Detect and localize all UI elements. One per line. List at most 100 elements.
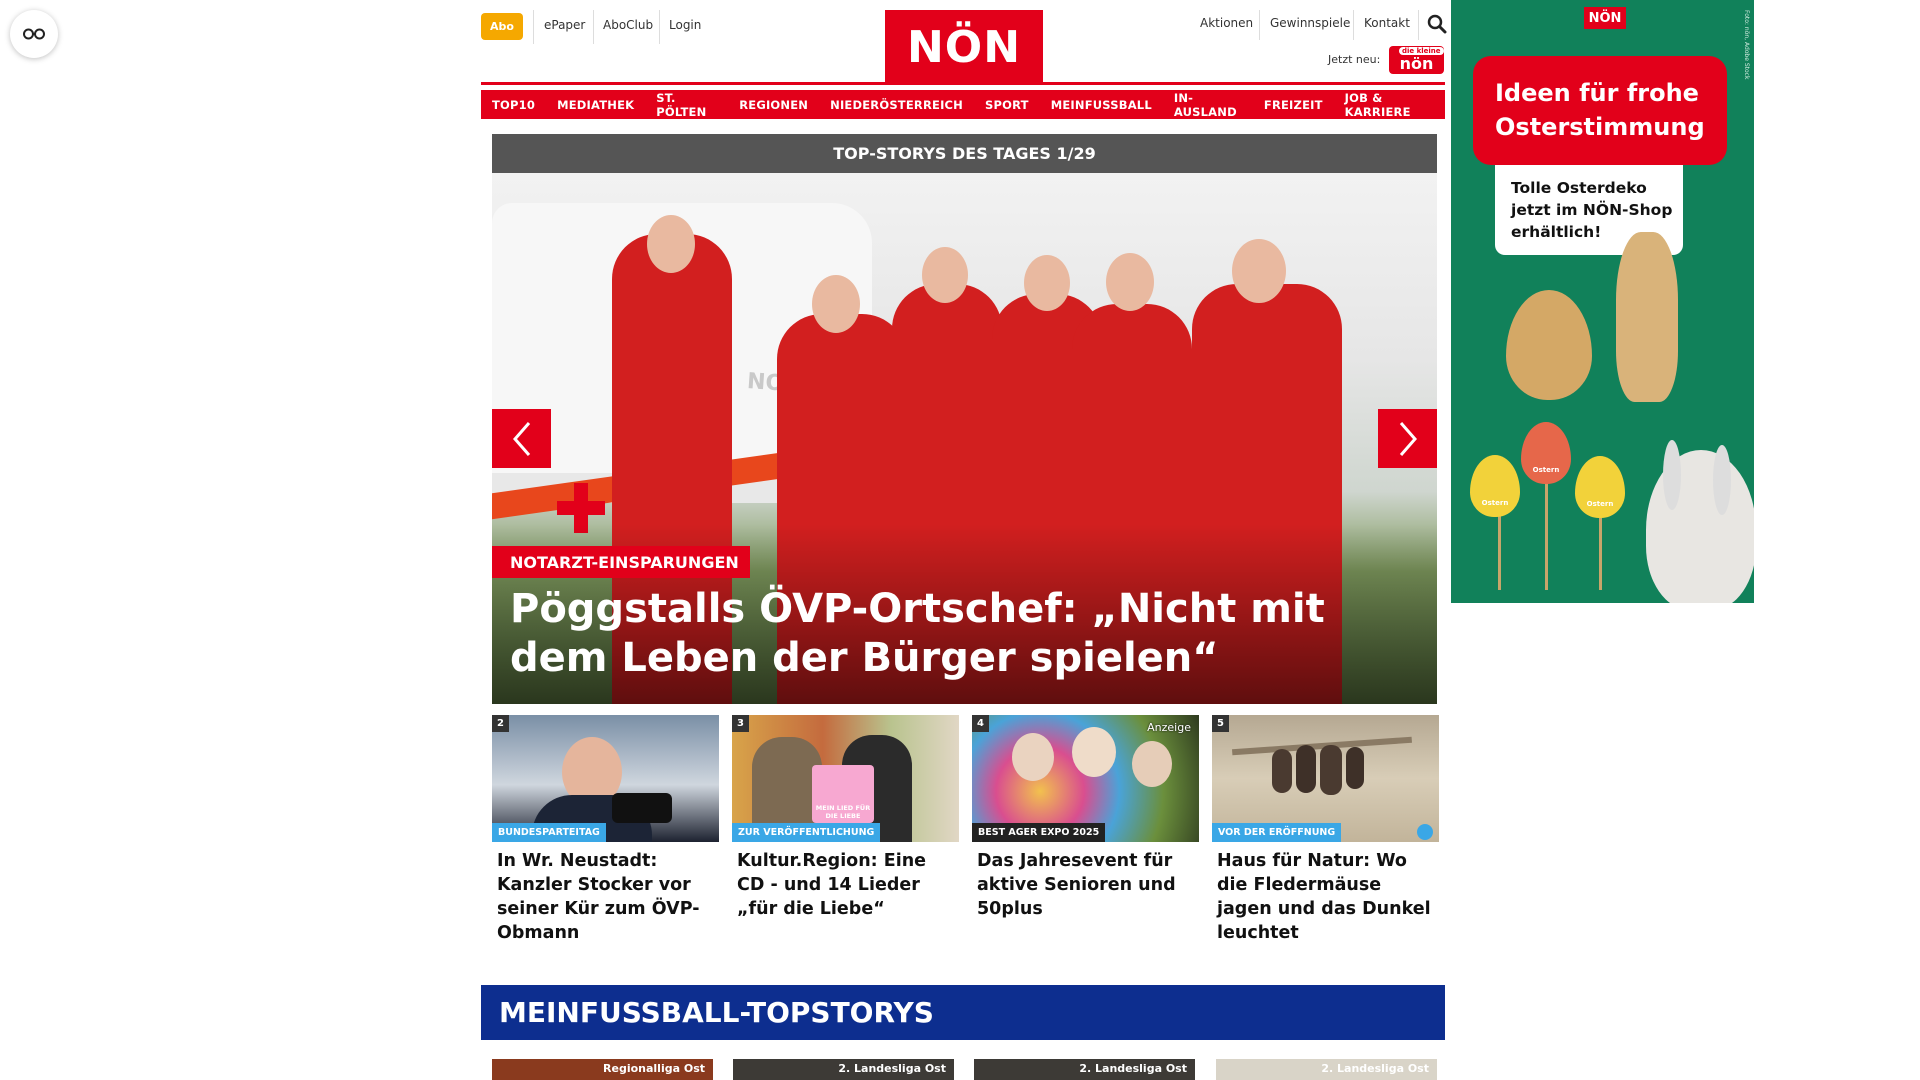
divider <box>1353 10 1354 40</box>
anzeige-label: Anzeige <box>1147 721 1191 734</box>
cd-sign: MEIN LIED FÜR DIE LIEBE <box>812 765 874 823</box>
nav-mediathek[interactable]: MEDIATHEK <box>546 90 646 119</box>
epaper-link[interactable]: ePaper <box>544 18 585 32</box>
jetzt-neu-label: Jetzt neu: <box>1328 53 1381 66</box>
person-head <box>1132 741 1172 787</box>
divider <box>1259 10 1260 40</box>
story-thumbnail: 2 BUNDESPARTEITAG <box>492 715 719 842</box>
story-number: 2 <box>492 715 509 732</box>
page: Abo ePaper AboClub Login NÖN Aktionen Ge… <box>0 0 1920 1080</box>
chevron-right-icon <box>1399 421 1417 456</box>
aktionen-link[interactable]: Aktionen <box>1200 16 1253 30</box>
nav-top10[interactable]: TOP10 <box>481 90 547 119</box>
decor-bunny <box>1616 232 1678 402</box>
nav-in-ausland[interactable]: IN-AUSLAND <box>1162 90 1253 119</box>
person-head <box>922 247 968 303</box>
meinfussball-card[interactable]: 2. Landesliga Ost <box>974 1059 1195 1080</box>
story-tag: BUNDESPARTEITAG <box>492 823 606 842</box>
camera-icon <box>1417 824 1433 840</box>
divider <box>593 10 594 44</box>
chevron-left-icon <box>512 421 530 456</box>
nav-freizeit[interactable]: FREIZEIT <box>1252 90 1334 119</box>
story-number: 4 <box>972 715 989 732</box>
story-thumbnail: MEIN LIED FÜR DIE LIEBE 3 ZUR VERÖFFENTL… <box>732 715 959 842</box>
login-link[interactable]: Login <box>669 18 701 32</box>
story-card[interactable]: 2 BUNDESPARTEITAG In Wr. Neustadt: Kanzl… <box>492 715 719 945</box>
person-head <box>1012 733 1054 781</box>
slider-prev-button[interactable] <box>492 409 551 468</box>
ad-banner[interactable]: NÖN Foto: nön, Adobe Stock Ideen für fro… <box>1451 0 1754 603</box>
person-head <box>1024 255 1070 311</box>
nav-meinfussball[interactable]: MEINFUSSBALL <box>1039 90 1163 119</box>
reader-mode-button[interactable] <box>10 10 58 58</box>
rabbit-ear <box>1663 440 1681 510</box>
bat <box>1346 747 1364 789</box>
meinfussball-header[interactable]: MEINFUSSBALL-TOPSTORYS <box>481 985 1445 1040</box>
story-thumbnail: 5 VOR DER ERÖFFNUNG <box>1212 715 1439 842</box>
hero-kicker: NOTARZT-EINSPARUNGEN <box>492 546 750 578</box>
hero-title[interactable]: Pöggstalls ÖVP-Ortschef: „Nicht mit dem … <box>510 585 1420 683</box>
rabbit-ear <box>1713 445 1731 515</box>
decor-egg <box>1506 290 1592 400</box>
story-number: 3 <box>732 715 749 732</box>
story-card[interactable]: MEIN LIED FÜR DIE LIEBE 3 ZUR VERÖFFENTL… <box>732 715 959 921</box>
league-label: 2. Landesliga Ost <box>1321 1062 1429 1075</box>
nav-st-poelten[interactable]: ST. PÖLTEN <box>645 90 729 119</box>
topstories-header: TOP-STORYS DES TAGES 1/29 <box>492 134 1437 173</box>
nav-niederoesterreich[interactable]: NIEDERÖSTERREICH <box>819 90 975 119</box>
aboclub-link[interactable]: AboClub <box>603 18 653 32</box>
nav-job-karriere[interactable]: JOB & KARRIERE <box>1333 90 1445 119</box>
story-title[interactable]: Das Jahresevent für aktive Senioren und … <box>972 849 1199 921</box>
story-card[interactable]: Anzeige 4 BEST AGER EXPO 2025 Das Jahres… <box>972 715 1199 921</box>
kontakt-link[interactable]: Kontakt <box>1364 16 1410 30</box>
meinfussball-card[interactable]: 2. Landesliga Ost <box>733 1059 954 1080</box>
red-cross-icon <box>557 501 605 515</box>
ad-photo-credit: Foto: nön, Adobe Stock <box>1743 10 1750 80</box>
microphones <box>612 793 672 823</box>
noen-logo[interactable]: NÖN <box>885 10 1043 84</box>
ostern-egg: Ostern <box>1521 422 1571 484</box>
league-label: 2. Landesliga Ost <box>838 1062 946 1075</box>
gewinnspiele-link[interactable]: Gewinnspiele <box>1270 16 1350 30</box>
glasses-icon <box>23 28 45 40</box>
main-nav: TOP10 MEDIATHEK ST. PÖLTEN REGIONEN NIED… <box>481 90 1445 120</box>
die-kleine-noen-badge[interactable]: die kleine nön <box>1389 46 1444 74</box>
story-title[interactable]: Kultur.Region: Eine CD - und 14 Lieder „… <box>732 849 959 921</box>
meinfussball-card[interactable]: Regionalliga Ost <box>492 1059 713 1080</box>
story-thumbnail: Anzeige 4 BEST AGER EXPO 2025 <box>972 715 1199 842</box>
person-head <box>812 275 860 333</box>
story-tag: VOR DER ERÖFFNUNG <box>1212 823 1342 842</box>
divider <box>533 10 534 44</box>
search-icon[interactable] <box>1427 14 1447 34</box>
ad-headline: Ideen für frohe Osterstimmung <box>1473 56 1727 165</box>
meinfussball-card[interactable]: 2. Landesliga Ost <box>1216 1059 1437 1080</box>
divider <box>1418 10 1419 40</box>
league-label: Regionalliga Ost <box>603 1062 705 1075</box>
ostern-egg: Ostern <box>1575 456 1625 518</box>
story-number: 5 <box>1212 715 1229 732</box>
site-header: Abo ePaper AboClub Login NÖN Aktionen Ge… <box>481 10 1447 84</box>
ad-logo: NÖN <box>1584 7 1626 29</box>
nav-regionen[interactable]: REGIONEN <box>728 90 820 119</box>
person-head <box>1232 239 1286 303</box>
nav-sport[interactable]: SPORT <box>974 90 1040 119</box>
divider <box>659 10 660 44</box>
abo-button[interactable]: Abo <box>481 13 523 40</box>
die-kleine-label: die kleine <box>1399 47 1444 55</box>
hero-slide[interactable]: NOTARZT NOTARZT-EINSPARUNGEN Pöggstalls … <box>492 173 1437 704</box>
person-head <box>1106 253 1154 311</box>
person-head <box>1072 727 1116 777</box>
slider-next-button[interactable] <box>1378 409 1437 468</box>
ostern-egg: Ostern <box>1470 455 1520 517</box>
story-tag: ZUR VERÖFFENTLICHUNG <box>732 823 881 842</box>
league-label: 2. Landesliga Ost <box>1079 1062 1187 1075</box>
person-head <box>647 215 695 273</box>
story-tag: BEST AGER EXPO 2025 <box>972 823 1106 842</box>
story-title[interactable]: Haus für Natur: Wo die Fledermäuse jagen… <box>1212 849 1439 945</box>
bat <box>1272 749 1292 793</box>
bat <box>1296 745 1316 793</box>
story-card[interactable]: 5 VOR DER ERÖFFNUNG Haus für Natur: Wo d… <box>1212 715 1439 945</box>
header-underline <box>481 82 1445 85</box>
bat <box>1320 745 1342 795</box>
story-title[interactable]: In Wr. Neustadt: Kanzler Stocker vor sei… <box>492 849 719 945</box>
